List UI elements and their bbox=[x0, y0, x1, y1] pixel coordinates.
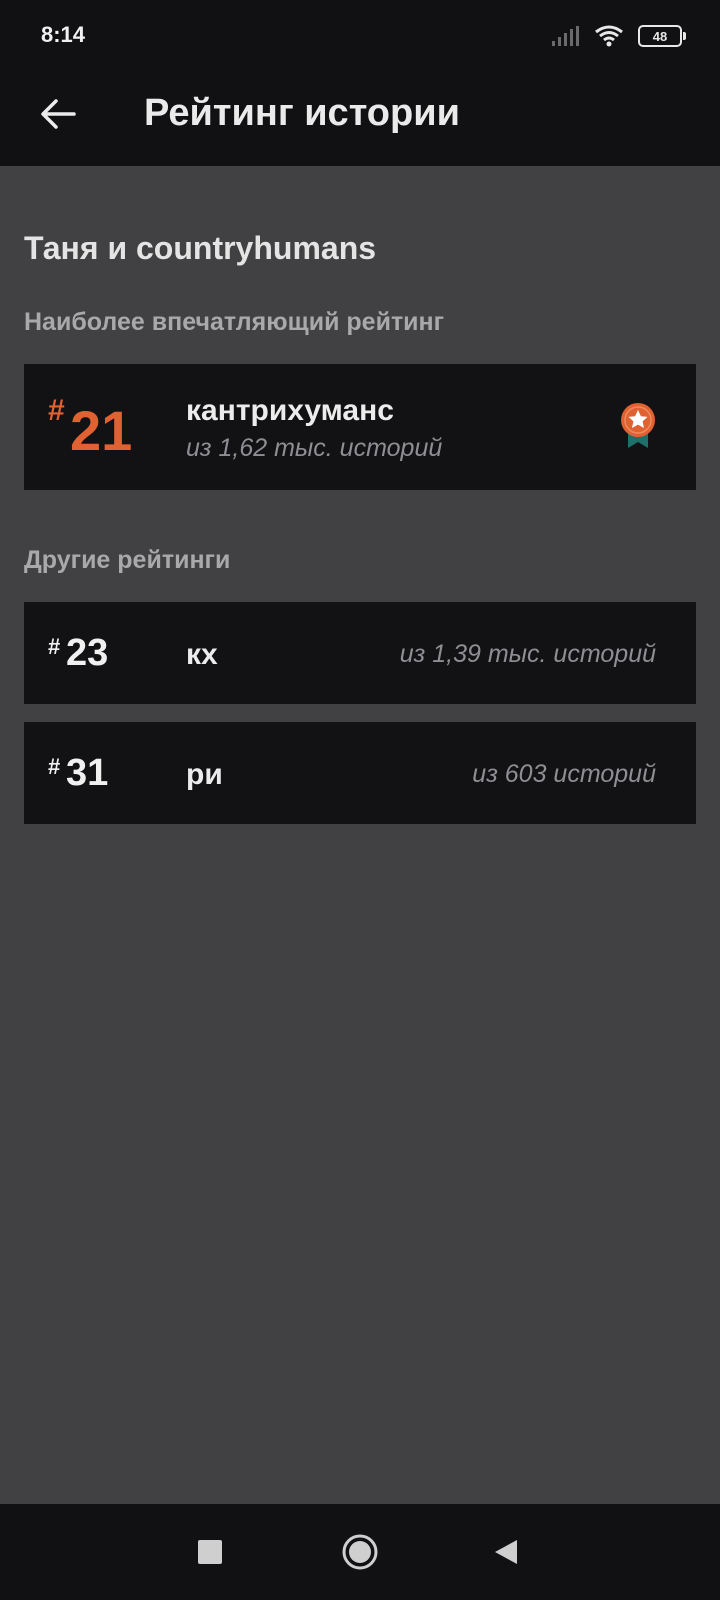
battery-level: 48 bbox=[652, 28, 668, 44]
rank-number: 23 bbox=[66, 632, 109, 674]
rank-number: 21 bbox=[70, 399, 133, 462]
rank-hash: # bbox=[48, 634, 61, 659]
status-bar: 8:14 48 bbox=[0, 0, 720, 70]
system-nav-bar bbox=[0, 1504, 720, 1600]
main-content: Таня и countryhumans Наиболее впечатляющ… bbox=[0, 166, 720, 1504]
triangle-back-icon bbox=[495, 1540, 517, 1564]
arrow-left-icon bbox=[41, 99, 76, 129]
best-rating-section-title: Наиболее впечатляющий рейтинг bbox=[24, 308, 445, 336]
back-nav-button[interactable] bbox=[482, 1528, 530, 1576]
tag-story-count: из 603 историй bbox=[472, 760, 656, 788]
tag-name: кх bbox=[186, 638, 218, 671]
app-bar: Рейтинг истории bbox=[0, 70, 720, 166]
cellular-signal-icon bbox=[552, 26, 579, 46]
page-title: Рейтинг истории bbox=[144, 92, 460, 134]
best-rating-card[interactable]: # 21 кантрихуманс из 1,62 тыс. историй bbox=[24, 364, 696, 490]
wifi-icon bbox=[595, 25, 623, 47]
rating-card[interactable]: # 23 кх из 1,39 тыс. историй bbox=[24, 602, 696, 704]
rating-card[interactable]: # 31 ри из 603 историй bbox=[24, 722, 696, 824]
battery-icon: 48 bbox=[638, 25, 686, 47]
tag-story-count: из 1,62 тыс. историй bbox=[186, 434, 443, 462]
tag-name: кантрихуманс bbox=[186, 394, 394, 427]
status-time: 8:14 bbox=[41, 22, 86, 47]
home-button[interactable] bbox=[336, 1528, 384, 1576]
story-title: Таня и countryhumans bbox=[24, 230, 377, 266]
rank-number: 31 bbox=[66, 752, 109, 794]
back-button[interactable] bbox=[30, 86, 86, 142]
rank-hash: # bbox=[48, 394, 65, 427]
tag-name: ри bbox=[186, 758, 223, 791]
circle-icon bbox=[342, 1534, 378, 1570]
other-ratings-section-title: Другие рейтинги bbox=[24, 546, 231, 574]
rank-hash: # bbox=[48, 754, 61, 779]
tag-story-count: из 1,39 тыс. историй bbox=[399, 640, 656, 668]
medal-star-icon bbox=[621, 403, 655, 448]
square-icon bbox=[198, 1540, 222, 1564]
status-icons: 48 bbox=[552, 24, 686, 48]
recent-apps-button[interactable] bbox=[186, 1528, 234, 1576]
